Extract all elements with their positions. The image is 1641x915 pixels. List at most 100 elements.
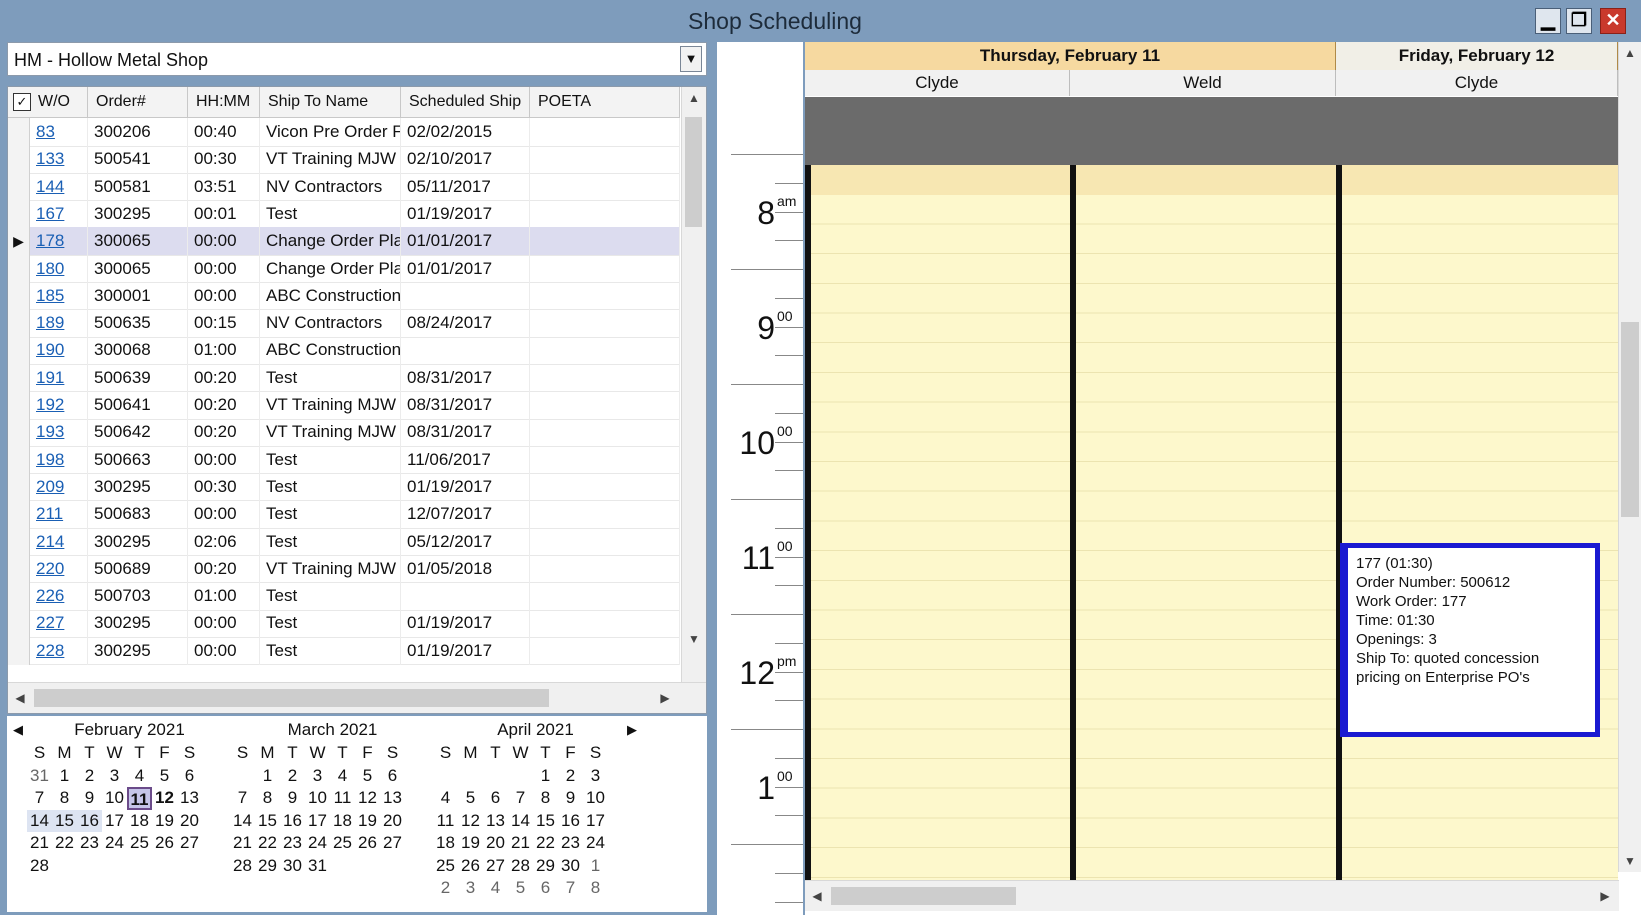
- calendar-day[interactable]: 12: [152, 787, 177, 810]
- column-header-wo[interactable]: ✓ W/O: [8, 87, 88, 117]
- scroll-thumb[interactable]: [34, 689, 549, 707]
- row-selector[interactable]: [8, 309, 30, 338]
- calendar-day[interactable]: 18: [330, 810, 355, 833]
- calendar-day[interactable]: 7: [508, 787, 533, 810]
- table-row[interactable]: 133 500541 00:30 VT Training MJW 02/10/2017: [8, 145, 680, 174]
- calendar-day[interactable]: 12: [355, 787, 380, 810]
- calendar-day[interactable]: 17: [583, 810, 608, 833]
- calendar-day[interactable]: 8: [583, 877, 608, 900]
- work-order-link[interactable]: 226: [36, 586, 64, 605]
- work-order-link[interactable]: 214: [36, 532, 64, 551]
- calendar-day[interactable]: 27: [177, 832, 202, 855]
- scroll-left-icon[interactable]: ◀: [8, 691, 32, 705]
- calendar-day[interactable]: 9: [280, 787, 305, 810]
- calendar-day[interactable]: 10: [102, 787, 127, 810]
- calendar-day[interactable]: 22: [255, 832, 280, 855]
- table-row[interactable]: 198 500663 00:00 Test 11/06/2017: [8, 445, 680, 475]
- calendar-day[interactable]: 2: [558, 765, 583, 788]
- calendar-day[interactable]: 5: [508, 877, 533, 900]
- scroll-thumb[interactable]: [831, 887, 1016, 905]
- scroll-thumb[interactable]: [685, 117, 702, 227]
- table-row[interactable]: 211 500683 00:00 Test 12/07/2017: [8, 500, 680, 529]
- calendar-day[interactable]: 22: [52, 832, 77, 855]
- calendar-day[interactable]: 18: [127, 810, 152, 833]
- table-row[interactable]: 190 300068 01:00 ABC Construction: [8, 336, 680, 365]
- table-row[interactable]: 228 300295 00:00 Test 01/19/2017: [8, 636, 680, 666]
- work-order-link[interactable]: 220: [36, 559, 64, 578]
- calendar-day[interactable]: 19: [458, 832, 483, 855]
- calendar-day[interactable]: 31: [305, 855, 330, 878]
- calendar-day[interactable]: 4: [330, 765, 355, 788]
- row-selector[interactable]: [8, 281, 30, 310]
- schedule-horizontal-scrollbar[interactable]: ◀ ▶: [805, 880, 1619, 911]
- calendar-day[interactable]: 18: [433, 832, 458, 855]
- row-selector[interactable]: [8, 363, 30, 392]
- time-column-clyde-friday[interactable]: [1336, 165, 1618, 882]
- table-row[interactable]: 180 300065 00:00 Change Order Pla 01/01/2017: [8, 254, 680, 283]
- row-selector[interactable]: [8, 199, 30, 228]
- scroll-right-icon[interactable]: ▶: [653, 691, 677, 705]
- scroll-thumb[interactable]: [1621, 322, 1639, 517]
- table-row[interactable]: ▶ 178 300065 00:00 Change Order Pla 01/01/201…: [8, 227, 680, 256]
- calendar-day[interactable]: 26: [458, 855, 483, 878]
- calendar-day[interactable]: 29: [533, 855, 558, 878]
- day-header-thursday[interactable]: Thursday, February 11: [805, 42, 1336, 70]
- calendar-day[interactable]: 8: [533, 787, 558, 810]
- calendar-day[interactable]: 13: [380, 787, 405, 810]
- calendar-day[interactable]: 2: [433, 877, 458, 900]
- row-selector[interactable]: [8, 118, 30, 146]
- calendar-day[interactable]: 17: [102, 810, 127, 833]
- calendar-day[interactable]: 13: [483, 810, 508, 833]
- scroll-left-icon[interactable]: ◀: [805, 889, 829, 903]
- calendar-day[interactable]: 28: [230, 855, 255, 878]
- work-order-link[interactable]: 198: [36, 450, 64, 469]
- calendar-day[interactable]: 10: [583, 787, 608, 810]
- calendar-day[interactable]: 1: [52, 765, 77, 788]
- all-day-area[interactable]: [805, 97, 1618, 165]
- calendar-day[interactable]: 14: [508, 810, 533, 833]
- work-order-link[interactable]: 211: [36, 504, 63, 523]
- calendar-day[interactable]: 23: [280, 832, 305, 855]
- calendar-day[interactable]: 5: [355, 765, 380, 788]
- calendar-day[interactable]: 6: [483, 787, 508, 810]
- calendar-day[interactable]: 3: [583, 765, 608, 788]
- table-row[interactable]: 227 300295 00:00 Test 01/19/2017: [8, 609, 680, 638]
- calendar-day[interactable]: 10: [305, 787, 330, 810]
- work-order-link[interactable]: 192: [36, 395, 64, 414]
- calendar-day[interactable]: 9: [77, 787, 102, 810]
- row-selector[interactable]: [8, 145, 30, 174]
- calendar-day[interactable]: 11: [127, 787, 152, 810]
- calendar-day[interactable]: 20: [177, 810, 202, 833]
- row-selector[interactable]: [8, 254, 30, 283]
- row-selector[interactable]: [8, 636, 30, 665]
- calendar-day[interactable]: 25: [127, 832, 152, 855]
- calendar-day[interactable]: 25: [433, 855, 458, 878]
- scroll-up-icon[interactable]: ▲: [1619, 46, 1641, 60]
- calendar-day[interactable]: 30: [558, 855, 583, 878]
- work-order-link[interactable]: 227: [36, 613, 64, 632]
- scroll-down-icon[interactable]: ▼: [1619, 854, 1641, 868]
- calendar-day[interactable]: 4: [127, 765, 152, 788]
- row-selector[interactable]: [8, 391, 30, 419]
- resource-header-clyde-friday[interactable]: Clyde: [1336, 70, 1618, 96]
- day-header-friday[interactable]: Friday, February 12: [1336, 42, 1618, 70]
- select-all-checkbox[interactable]: ✓: [13, 93, 31, 111]
- table-row[interactable]: 189 500635 00:15 NV Contractors 08/24/2017: [8, 309, 680, 338]
- scroll-right-icon[interactable]: ▶: [1593, 889, 1617, 903]
- schedule-vertical-scrollbar[interactable]: ▲ ▼: [1618, 42, 1641, 872]
- work-order-link[interactable]: 228: [36, 641, 64, 660]
- work-order-link[interactable]: 185: [36, 286, 64, 305]
- calendar-day[interactable]: 19: [355, 810, 380, 833]
- calendar-day[interactable]: 21: [508, 832, 533, 855]
- calendar-day[interactable]: 3: [458, 877, 483, 900]
- row-selector[interactable]: [8, 172, 30, 201]
- table-row[interactable]: 144 500581 03:51 NV Contractors 05/11/2017: [8, 172, 680, 202]
- maximize-button[interactable]: ❐: [1566, 8, 1592, 34]
- calendar-day[interactable]: 8: [255, 787, 280, 810]
- calendar-day[interactable]: 30: [280, 855, 305, 878]
- calendar-day[interactable]: 13: [177, 787, 202, 810]
- table-row[interactable]: 185 300001 00:00 ABC Construction: [8, 281, 680, 311]
- minimize-button[interactable]: ▁: [1535, 8, 1561, 34]
- calendar-day[interactable]: 20: [483, 832, 508, 855]
- column-header-poeta[interactable]: POETA: [530, 87, 680, 117]
